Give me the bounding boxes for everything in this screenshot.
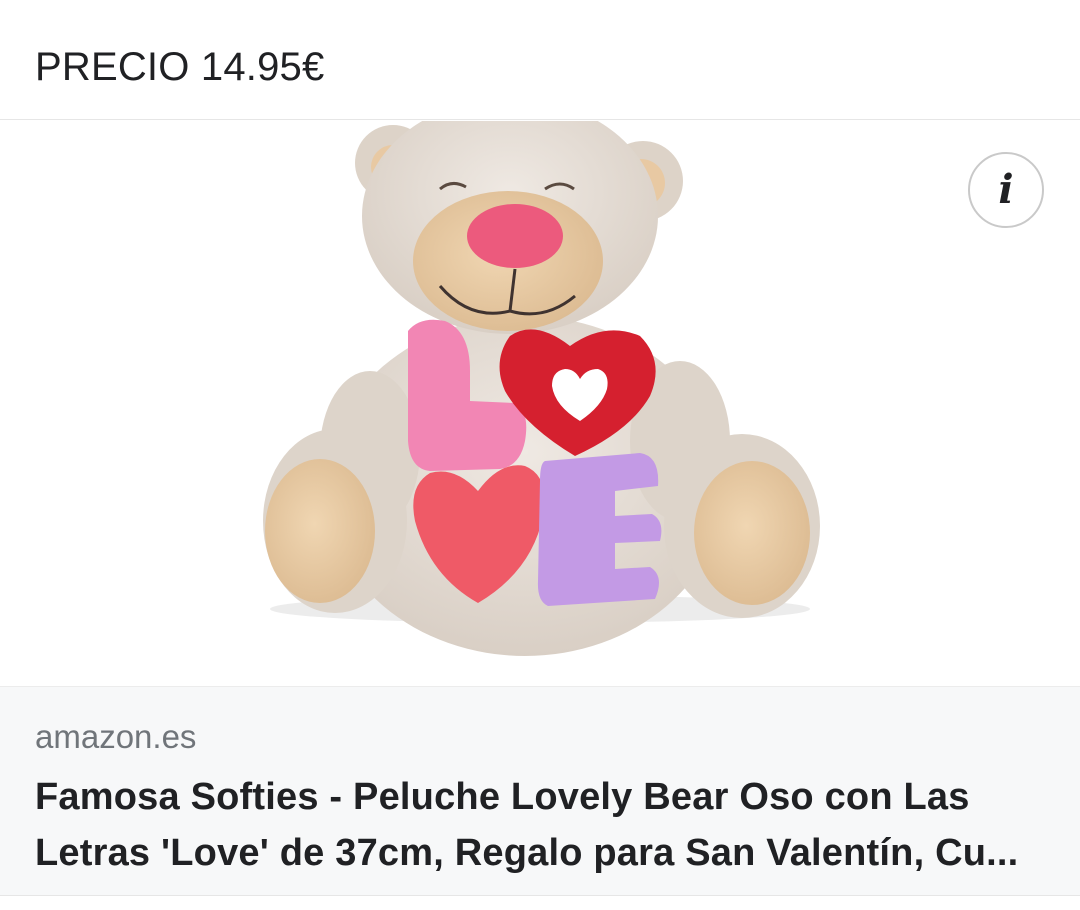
price-label: PRECIO 14.95€: [35, 45, 325, 89]
bear-nose: [467, 204, 563, 268]
info-button[interactable]: i: [968, 152, 1044, 228]
source-domain: amazon.es: [35, 718, 197, 755]
price-header: PRECIO 14.95€: [0, 0, 1080, 120]
shopping-result-card[interactable]: PRECIO 14.95€ i amazon.es Famosa Softies…: [0, 0, 1080, 910]
teddy-bear-image: [263, 121, 820, 656]
product-image[interactable]: i: [0, 121, 1080, 686]
letter-e: [537, 453, 662, 606]
result-title-line-1: Famosa Softies - Peluche Lovely Bear Oso…: [35, 776, 970, 818]
left-foot: [265, 459, 375, 603]
result-title[interactable]: Famosa Softies - Peluche Lovely Bear Oso…: [35, 769, 1045, 881]
right-foot: [694, 461, 810, 605]
result-footer[interactable]: amazon.es Famosa Softies - Peluche Lovel…: [0, 686, 1080, 896]
info-icon: i: [998, 166, 1014, 213]
result-title-line-2: Letras 'Love' de 37cm, Regalo para San V…: [35, 832, 1019, 874]
